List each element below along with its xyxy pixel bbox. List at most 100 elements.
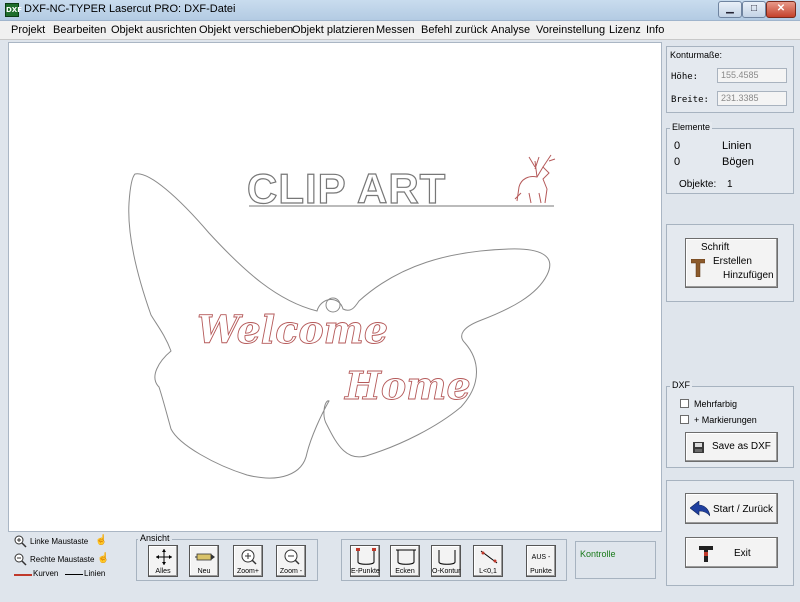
schrift-hinzufuegen-button[interactable]: Schrift Erstellen Hinzufügen: [685, 238, 778, 288]
save-as-dxf-button[interactable]: Save as DXF: [685, 432, 778, 462]
punkte-button[interactable]: AUS - Punkte: [526, 545, 556, 577]
konturmasse-title: Konturmaße:: [670, 50, 723, 60]
menu-objekt-ausrichten[interactable]: Objekt ausrichten: [111, 24, 197, 36]
menu-voreinstellung[interactable]: Voreinstellung: [536, 24, 605, 36]
lines-label: Linien: [84, 569, 106, 578]
ansicht-group: Alles Neu Zoom+ Zoom -: [136, 539, 318, 581]
maximize-button[interactable]: □: [742, 1, 766, 18]
menu-bearbeiten[interactable]: Bearbeiten: [53, 24, 106, 36]
zoom-in-button[interactable]: Zoom+: [233, 545, 263, 577]
menu-objekt-platzieren[interactable]: Objekt platzieren: [292, 24, 375, 36]
e-punkte-button[interactable]: E-Punkte: [350, 545, 380, 577]
minimize-button[interactable]: ▁: [718, 1, 742, 18]
magnifier-plus-icon: [241, 549, 257, 565]
o-kontur-label: O-Kontur: [432, 568, 461, 575]
exit-icon: [699, 546, 713, 562]
boegen-label: Bögen: [722, 156, 754, 168]
dxf-title: DXF: [670, 380, 692, 390]
mehrfarbig-checkbox[interactable]: [680, 399, 689, 408]
ansicht-title: Ansicht: [138, 533, 172, 543]
home-text: Home: [344, 363, 471, 408]
menu-projekt[interactable]: Projekt: [11, 24, 45, 36]
objekte-label: Objekte:: [679, 179, 717, 190]
elemente-title: Elemente: [670, 122, 713, 132]
aus-label: AUS -: [531, 554, 551, 561]
boegen-count: 0: [674, 156, 681, 168]
magnifier-minus-icon: [284, 549, 300, 565]
menu-befehl-zurueck[interactable]: Befehl zurück: [421, 24, 488, 36]
elemente-group: 0 Linien 0 Bögen Objekte: 1: [666, 128, 794, 194]
markierungen-label: + Markierungen: [694, 415, 757, 425]
objekte-count: 1: [727, 179, 733, 190]
short-lines-button[interactable]: L<0,1: [473, 545, 503, 577]
hinzufuegen-label: Hinzufügen: [723, 270, 774, 281]
breite-field[interactable]: 231.3385: [717, 91, 787, 106]
o-kontur-button[interactable]: O-Kontur: [431, 545, 461, 577]
schrift-label: Schrift: [701, 242, 730, 253]
dxf-drawing: CLIP ART Welcome Home: [128, 154, 556, 479]
left-mouse-label: Linke Maustaste: [30, 537, 89, 546]
menu-bar: Projekt Bearbeiten Objekt ausrichten Obj…: [0, 21, 800, 40]
ecken-button[interactable]: Ecken: [390, 545, 420, 577]
zoom-out-label: Zoom -: [279, 568, 303, 575]
breite-label: Breite:: [671, 95, 709, 105]
e-punkte-label: E-Punkte: [351, 568, 380, 575]
floppy-disk-icon: [693, 442, 704, 453]
zoom-out-button[interactable]: Zoom -: [276, 545, 306, 577]
start-zurueck-label: Start / Zurück: [713, 504, 774, 515]
konturmasse-group: Konturmaße: Höhe: 155.4585 Breite: 231.3…: [666, 46, 794, 113]
exit-label: Exit: [734, 548, 751, 559]
save-as-dxf-label: Save as DXF: [712, 441, 771, 452]
title-bar: DXF DXF-NC-TYPER Lasercut PRO: DXF-Datei…: [0, 0, 800, 21]
alles-button[interactable]: Alles: [148, 545, 178, 577]
left-hand-icon: ☝: [95, 535, 108, 546]
right-mouse-label: Rechte Maustaste: [30, 555, 95, 564]
lines-swatch: [65, 574, 83, 575]
zoom-in-label: Zoom+: [237, 568, 259, 575]
hoehe-label: Höhe:: [671, 72, 699, 82]
short-lines-label: L<0,1: [479, 568, 497, 575]
curves-swatch: [14, 574, 32, 576]
neu-button[interactable]: Neu: [189, 545, 219, 577]
mehrfarbig-label: Mehrfarbig: [694, 399, 738, 409]
punkte-label: Punkte: [530, 568, 552, 575]
window-title: DXF-NC-TYPER Lasercut PRO: DXF-Datei: [24, 3, 236, 15]
neu-label: Neu: [197, 568, 211, 575]
linien-count: 0: [674, 140, 681, 152]
menu-lizenz[interactable]: Lizenz: [609, 24, 641, 36]
menu-messen[interactable]: Messen: [376, 24, 415, 36]
open-contour-icon: [438, 550, 456, 565]
analysis-tools-group: E-Punkte Ecken O-Kontur L<0,1 AUS - Punk…: [341, 539, 567, 581]
corners-icon: [396, 549, 416, 565]
erstellen-label: Erstellen: [713, 256, 752, 267]
close-button[interactable]: ✕: [766, 1, 796, 18]
schrift-group: Schrift Erstellen Hinzufügen: [666, 224, 794, 302]
welcome-text: Welcome: [197, 307, 388, 352]
deer-icon: [514, 154, 556, 204]
zoom-out-icon: [14, 553, 27, 566]
kontrolle-label: Kontrolle: [580, 549, 616, 559]
drawing-canvas[interactable]: CLIP ART Welcome Home: [8, 42, 662, 532]
short-line-icon: [480, 550, 498, 564]
ecken-label: Ecken: [395, 568, 415, 575]
back-arrow-icon: [690, 501, 710, 517]
redraw-icon: [195, 553, 215, 561]
start-zurueck-button[interactable]: Start / Zurück: [685, 493, 778, 524]
linien-label: Linien: [722, 140, 752, 152]
hoehe-field[interactable]: 155.4585: [717, 68, 787, 83]
curves-label: Kurven: [33, 569, 59, 578]
menu-info[interactable]: Info: [646, 24, 664, 36]
app-icon: DXF: [5, 3, 22, 17]
fit-all-icon: [156, 549, 172, 565]
exit-button[interactable]: Exit: [685, 537, 778, 568]
menu-objekt-verschieben[interactable]: Objekt verschieben: [199, 24, 293, 36]
alles-label: Alles: [155, 568, 171, 575]
dxf-group: Mehrfarbig + Markierungen Save as DXF: [666, 386, 794, 468]
menu-analyse[interactable]: Analyse: [491, 24, 530, 36]
right-hand-icon: ☝: [97, 553, 110, 564]
kontrolle-panel: Kontrolle: [575, 541, 656, 579]
end-points-icon: [356, 548, 376, 565]
text-tool-icon: [691, 259, 705, 277]
markierungen-checkbox[interactable]: [680, 415, 689, 424]
navigation-group: Start / Zurück Exit: [666, 480, 794, 586]
